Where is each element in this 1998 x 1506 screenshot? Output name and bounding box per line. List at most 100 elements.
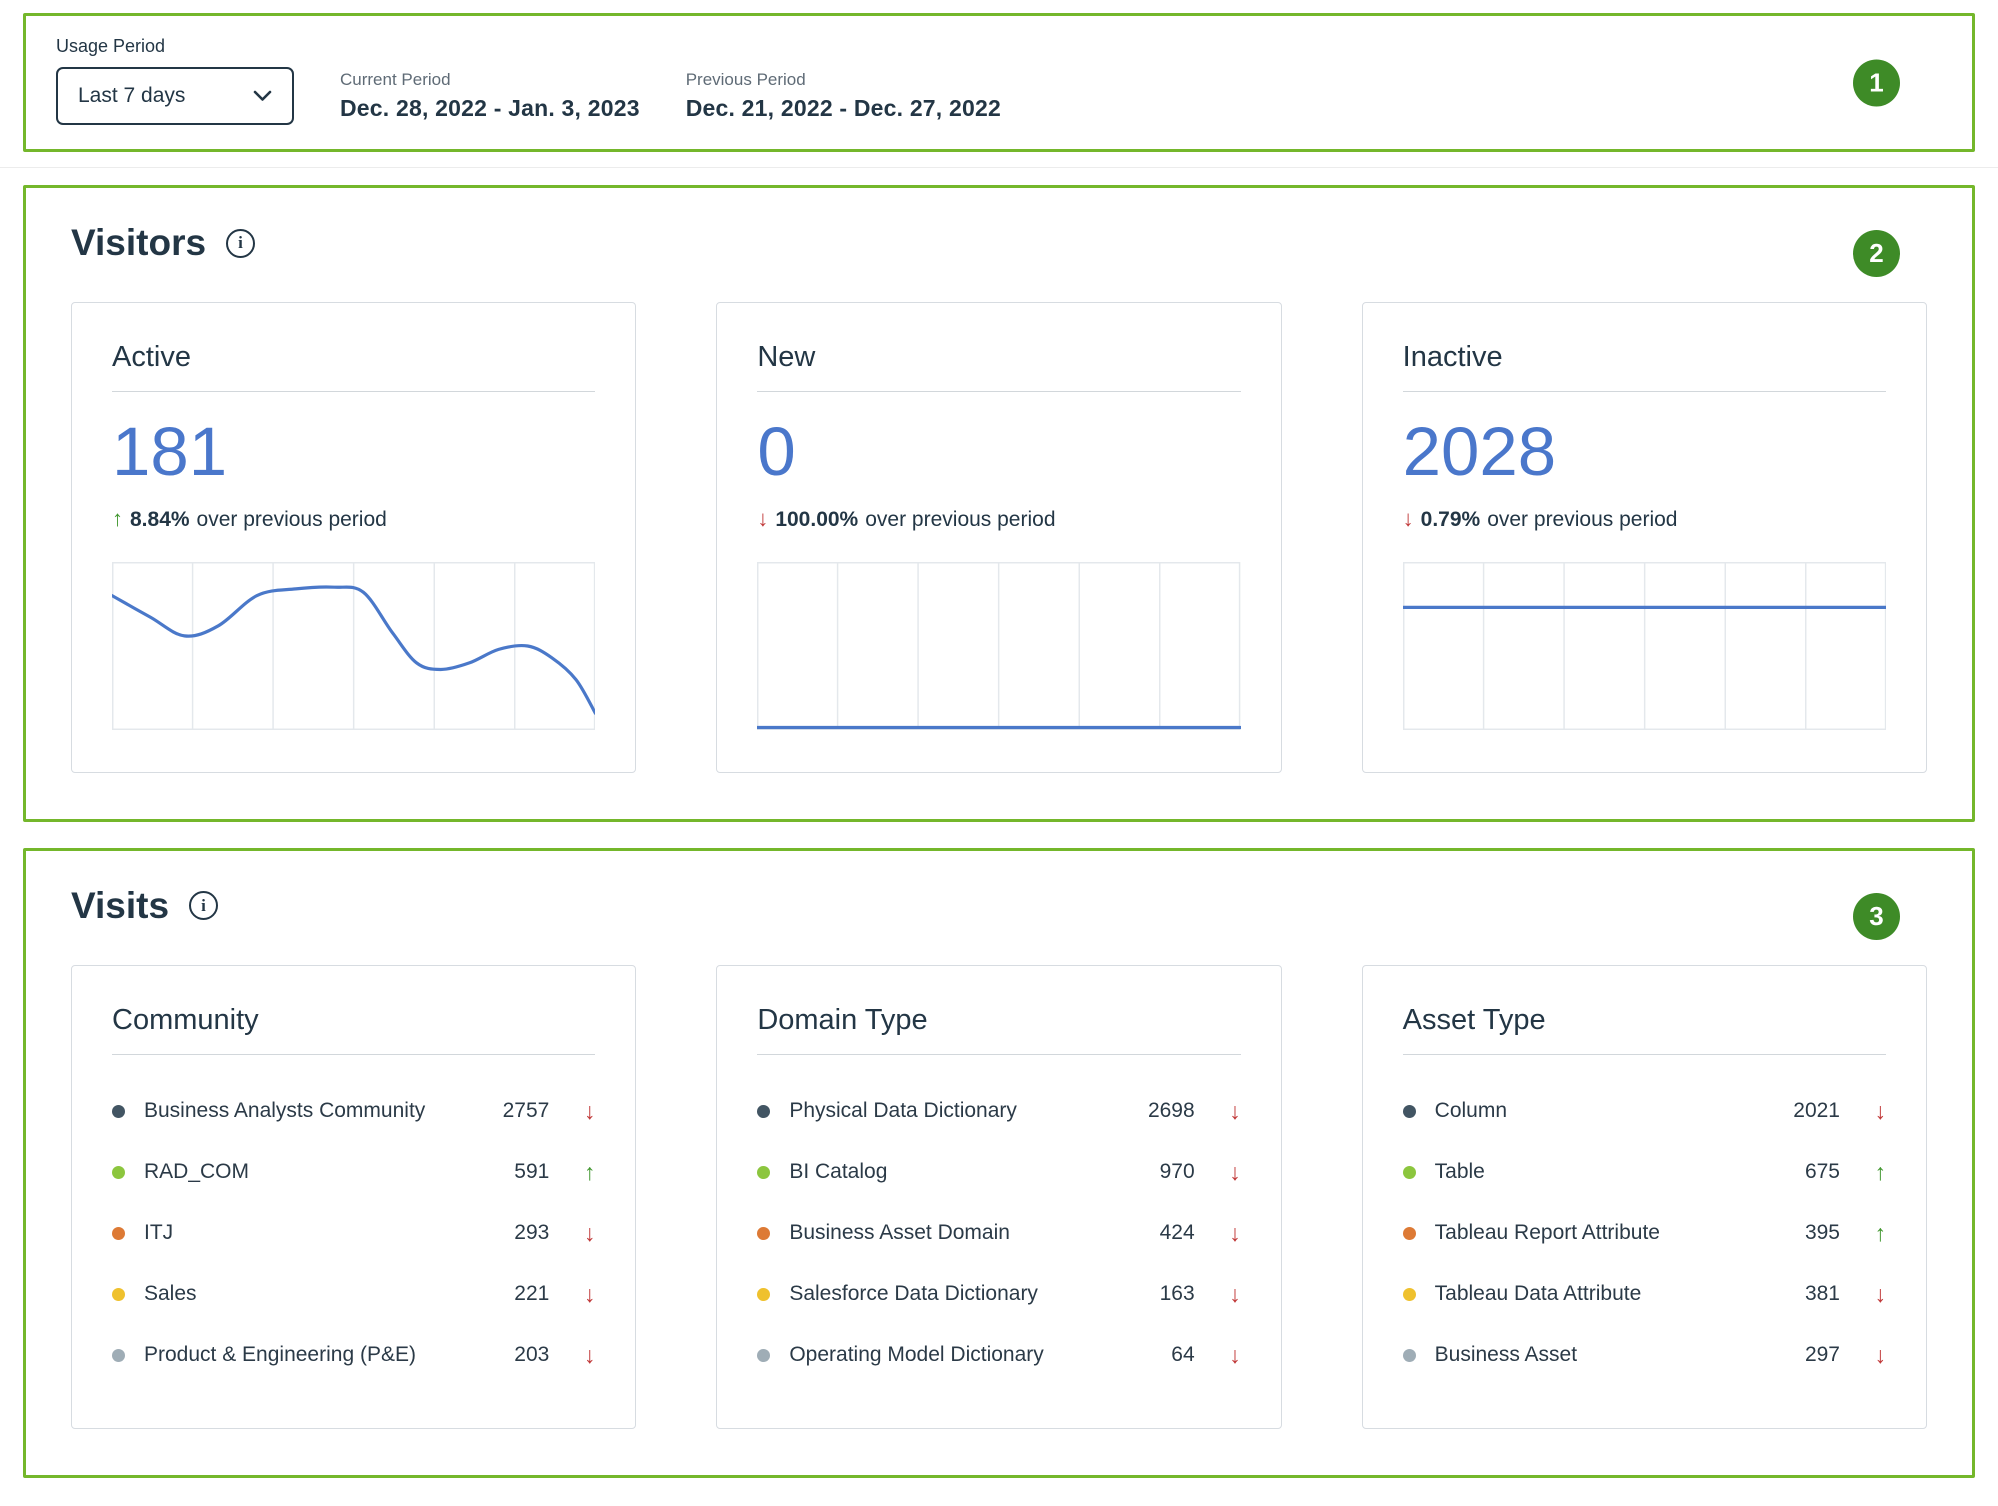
- trend-up-icon: ↑: [1840, 1220, 1886, 1247]
- visits-card-domain-type: Domain TypePhysical Data Dictionary2698↓…: [716, 965, 1281, 1429]
- list-item: Tableau Data Attribute381↓: [1403, 1264, 1886, 1325]
- row-label: Tableau Report Attribute: [1435, 1221, 1756, 1245]
- bullet-icon: [757, 1166, 770, 1179]
- trend-down-icon: ↓: [1840, 1342, 1886, 1369]
- row-value: 424: [1111, 1221, 1195, 1245]
- visit-cards: CommunityBusiness Analysts Community2757…: [71, 965, 1927, 1429]
- trend-down-icon: ↓: [1840, 1098, 1886, 1125]
- delta-percent: 100.00%: [775, 508, 858, 532]
- bullet-icon: [112, 1288, 125, 1301]
- delta-text: over previous period: [197, 508, 387, 532]
- bullet-icon: [757, 1349, 770, 1362]
- row-label: BI Catalog: [789, 1160, 1110, 1184]
- row-value: 675: [1756, 1160, 1840, 1184]
- visits-card-asset-type: Asset TypeColumn2021↓Table675↑Tableau Re…: [1362, 965, 1927, 1429]
- row-value: 381: [1756, 1282, 1840, 1306]
- divider: [112, 1054, 595, 1055]
- visits-card-community: CommunityBusiness Analysts Community2757…: [71, 965, 636, 1429]
- active-visitors-sparkline: [112, 562, 595, 730]
- row-value: 203: [465, 1343, 549, 1367]
- row-label: Column: [1435, 1099, 1756, 1123]
- ranked-list: Column2021↓Table675↑Tableau Report Attri…: [1403, 1081, 1886, 1386]
- list-item: Business Asset297↓: [1403, 1325, 1886, 1386]
- list-item: Business Asset Domain424↓: [757, 1203, 1240, 1264]
- divider: [757, 391, 1240, 392]
- usage-period-dropdown[interactable]: Last 7 days: [56, 67, 294, 125]
- current-period-label: Current Period: [340, 70, 640, 90]
- row-label: Sales: [144, 1282, 465, 1306]
- trend-down-icon: ↓: [1195, 1342, 1241, 1369]
- bullet-icon: [757, 1288, 770, 1301]
- page-divider: [0, 167, 1998, 168]
- delta-percent: 8.84%: [130, 508, 190, 532]
- delta-row: ↓0.79%over previous period: [1403, 506, 1886, 532]
- row-value: 163: [1111, 1282, 1195, 1306]
- row-value: 293: [465, 1221, 549, 1245]
- list-item: Business Analysts Community2757↓: [112, 1081, 595, 1142]
- bullet-icon: [1403, 1166, 1416, 1179]
- row-value: 970: [1111, 1160, 1195, 1184]
- list-item: Salesforce Data Dictionary163↓: [757, 1264, 1240, 1325]
- trend-down-icon: ↓: [1195, 1098, 1241, 1125]
- chevron-down-icon: [253, 90, 272, 102]
- row-value: 2698: [1111, 1099, 1195, 1123]
- row-label: Business Asset: [1435, 1343, 1756, 1367]
- divider: [112, 391, 595, 392]
- row-value: 297: [1756, 1343, 1840, 1367]
- trend-up-icon: ↑: [1840, 1159, 1886, 1186]
- previous-period-label: Previous Period: [686, 70, 1001, 90]
- visitors-header: Visitors i: [71, 222, 1927, 264]
- trend-down-icon: ↓: [757, 506, 768, 532]
- list-item: Table675↑: [1403, 1142, 1886, 1203]
- annotation-badge-2: 2: [1853, 230, 1900, 277]
- usage-period-row: Last 7 days Current Period Dec. 28, 2022…: [56, 67, 1942, 125]
- bullet-icon: [112, 1349, 125, 1362]
- trend-down-icon: ↓: [1403, 506, 1414, 532]
- row-label: Business Asset Domain: [789, 1221, 1110, 1245]
- delta-row: ↓100.00%over previous period: [757, 506, 1240, 532]
- row-label: Product & Engineering (P&E): [144, 1343, 465, 1367]
- metric-value: 181: [112, 414, 595, 490]
- list-item: ITJ293↓: [112, 1203, 595, 1264]
- trend-down-icon: ↓: [549, 1098, 595, 1125]
- bullet-icon: [1403, 1105, 1416, 1118]
- info-icon[interactable]: i: [226, 229, 255, 258]
- bullet-icon: [1403, 1288, 1416, 1301]
- trend-down-icon: ↓: [549, 1220, 595, 1247]
- trend-up-icon: ↑: [549, 1159, 595, 1186]
- bullet-icon: [1403, 1349, 1416, 1362]
- bullet-icon: [757, 1105, 770, 1118]
- row-label: RAD_COM: [144, 1160, 465, 1184]
- row-value: 591: [465, 1160, 549, 1184]
- visitor-cards: Active181↑8.84%over previous periodNew0↓…: [71, 302, 1927, 773]
- annotation-badge-1: 1: [1853, 59, 1900, 106]
- previous-period-block: Previous Period Dec. 21, 2022 - Dec. 27,…: [686, 70, 1001, 122]
- ranked-list: Business Analysts Community2757↓ RAD_COM5…: [112, 1081, 595, 1386]
- row-value: 395: [1756, 1221, 1840, 1245]
- row-value: 2757: [465, 1099, 549, 1123]
- list-item: BI Catalog970↓: [757, 1142, 1240, 1203]
- usage-period-label: Usage Period: [56, 36, 1942, 57]
- card-title: Inactive: [1403, 341, 1886, 374]
- bullet-icon: [1403, 1227, 1416, 1240]
- row-label: ITJ: [144, 1221, 465, 1245]
- usage-period-dropdown-value: Last 7 days: [78, 84, 185, 108]
- divider: [757, 1054, 1240, 1055]
- list-item: Column2021↓: [1403, 1081, 1886, 1142]
- current-period-value: Dec. 28, 2022 - Jan. 3, 2023: [340, 95, 640, 122]
- bullet-icon: [112, 1105, 125, 1118]
- bullet-icon: [112, 1166, 125, 1179]
- metric-value: 0: [757, 414, 1240, 490]
- visitor-card-active: Active181↑8.84%over previous period: [71, 302, 636, 773]
- info-icon[interactable]: i: [189, 891, 218, 920]
- trend-up-icon: ↑: [112, 506, 123, 532]
- visits-header: Visits i: [71, 885, 1927, 927]
- inactive-visitors-sparkline: [1403, 562, 1886, 730]
- card-title: New: [757, 341, 1240, 374]
- usage-period-section: Usage Period Last 7 days Current Period …: [23, 13, 1975, 152]
- divider: [1403, 391, 1886, 392]
- list-item: Product & Engineering (P&E)203↓: [112, 1325, 595, 1386]
- visitors-section: Visitors i 2 Active181↑8.84%over previou…: [23, 185, 1975, 822]
- row-value: 2021: [1756, 1099, 1840, 1123]
- trend-down-icon: ↓: [549, 1342, 595, 1369]
